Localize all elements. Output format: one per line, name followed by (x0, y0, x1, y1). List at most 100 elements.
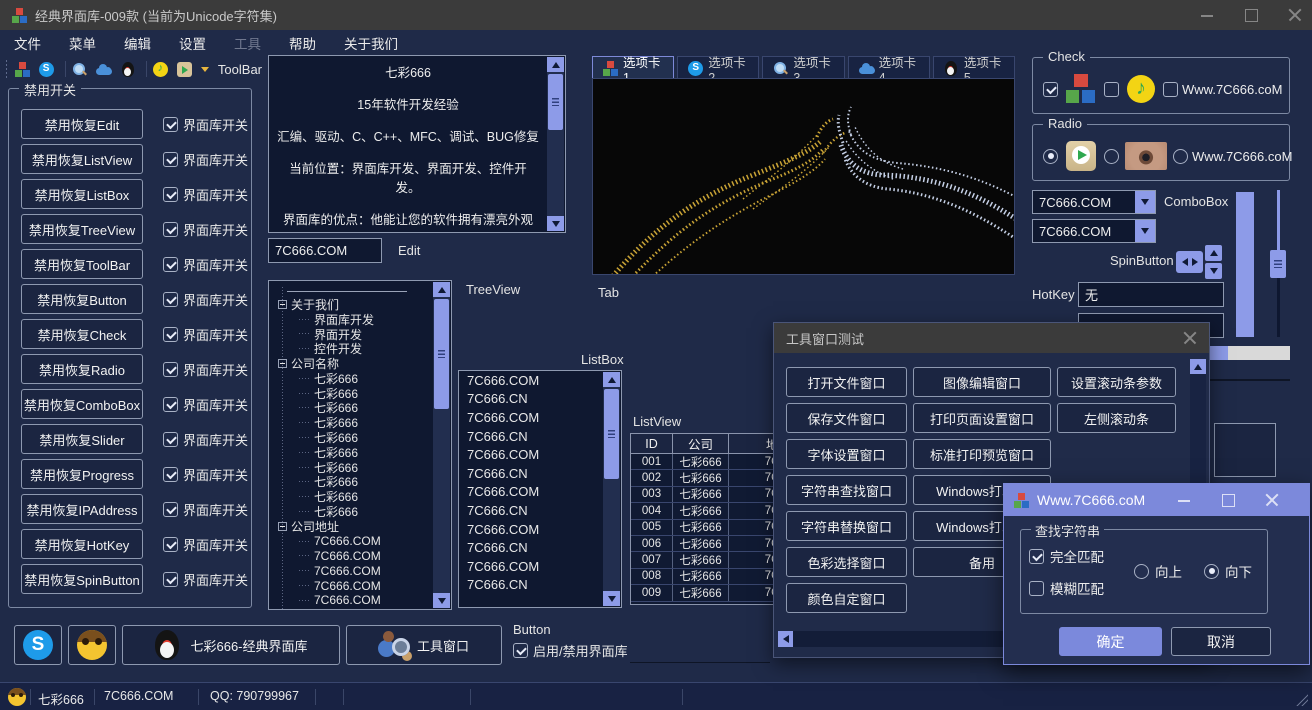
check-2[interactable] (1104, 82, 1119, 97)
disable-restore-button[interactable]: 禁用恢复HotKey (21, 529, 143, 559)
disable-restore-button[interactable]: 禁用恢复SpinButton (21, 564, 143, 594)
ui-switch-checkbox[interactable] (163, 222, 178, 237)
tab[interactable]: 选项卡2 (677, 56, 759, 79)
fuzzy-match-option[interactable]: 模糊匹配 (1029, 578, 1104, 598)
listbox-item[interactable]: 7C666.CN (459, 427, 603, 446)
listbox-item[interactable]: 7C666.COM (459, 557, 603, 576)
tree-node[interactable]: 七彩666 (275, 489, 427, 504)
tab[interactable]: 选项卡1 (592, 56, 674, 79)
combobox-1[interactable]: 7C666.COM (1032, 190, 1156, 214)
menu-item[interactable]: 菜单 (69, 33, 96, 53)
tree-node[interactable]: 控件开发 (275, 341, 427, 356)
disable-restore-button[interactable]: 禁用恢复TreeView (21, 214, 143, 244)
exact-match-checkbox[interactable] (1029, 549, 1044, 564)
scroll-up-icon[interactable] (433, 282, 450, 297)
tool-window-button[interactable]: 字符串替换窗口 (786, 511, 907, 541)
close-icon[interactable] (1183, 331, 1197, 345)
tree-node[interactable]: 七彩666 (275, 445, 427, 460)
ui-switch-checkbox[interactable] (163, 397, 178, 412)
tool-window-button[interactable]: 打开文件窗口 (786, 367, 907, 397)
chevron-down-icon[interactable] (1135, 191, 1155, 213)
disable-restore-button[interactable]: 禁用恢复ListView (21, 144, 143, 174)
spin-up-down[interactable] (1205, 245, 1222, 279)
listbox-item[interactable]: 7C666.COM (459, 371, 603, 390)
expander-icon[interactable] (278, 300, 287, 309)
ok-button[interactable]: 确定 (1059, 627, 1162, 656)
enable-ui-checkbox[interactable] (513, 643, 528, 658)
ui-switch-checkbox[interactable] (163, 292, 178, 307)
scroll-down-icon[interactable] (603, 591, 620, 606)
listbox-item[interactable]: 7C666.CN (459, 538, 603, 557)
penguin-icon[interactable] (121, 62, 135, 77)
scroll-up-icon[interactable] (1190, 359, 1206, 374)
ui-switch-checkbox[interactable] (163, 467, 178, 482)
resize-grip[interactable] (1294, 692, 1308, 706)
scroll-thumb[interactable] (434, 299, 449, 409)
tool-window-button[interactable]: 字符串查找窗口 (786, 475, 907, 505)
ui-switch-checkbox[interactable] (163, 432, 178, 447)
disable-restore-button[interactable]: 禁用恢复ToolBar (21, 249, 143, 279)
tree-node[interactable]: 七彩666 (275, 415, 427, 430)
tool-window-titlebar[interactable]: 工具窗口测试 (774, 323, 1209, 353)
spin-left-right[interactable] (1176, 251, 1203, 273)
listbox-item[interactable]: 7C666.COM (459, 445, 603, 464)
tool-window-button[interactable]: 左侧滚动条 (1057, 403, 1176, 433)
scroll-up-icon[interactable] (547, 57, 564, 72)
hotkey-input[interactable] (1078, 282, 1224, 307)
ui-switch-checkbox[interactable] (163, 537, 178, 552)
tool-window-button[interactable]: 标准打印预览窗口 (913, 439, 1051, 469)
minimize-icon[interactable] (1177, 493, 1191, 507)
cloud-icon[interactable] (96, 62, 112, 77)
enable-ui-option[interactable]: 启用/禁用界面库 (513, 641, 628, 660)
tree-node[interactable]: 关于我们 (275, 297, 427, 312)
ui-switch-checkbox[interactable] (163, 117, 178, 132)
tree-node[interactable]: 公司名称 (275, 356, 427, 371)
tool-window-button[interactable]: 工具窗口 (346, 625, 502, 665)
tool-window-button[interactable]: 图像编辑窗口 (913, 367, 1051, 397)
tree-node[interactable]: 七彩666 (275, 460, 427, 475)
listbox-item[interactable]: 7C666.COM (459, 483, 603, 502)
spin-up-icon[interactable] (1205, 245, 1222, 261)
video-icon[interactable] (177, 62, 192, 77)
dropdown-arrow-icon[interactable] (201, 67, 209, 72)
treeview[interactable]: 关于我们 界面库开发 界面开发 控件开发 (268, 280, 452, 610)
direction-up-option[interactable]: 向上 (1134, 561, 1182, 581)
ui-switch-checkbox[interactable] (163, 327, 178, 342)
info-scrollbar[interactable] (547, 57, 564, 231)
music-icon[interactable] (153, 62, 168, 77)
listbox-item[interactable]: 7C666.CN (459, 390, 603, 409)
ui-switch-checkbox[interactable] (163, 152, 178, 167)
ui-switch-checkbox[interactable] (163, 502, 178, 517)
cubes-icon[interactable] (15, 62, 30, 77)
tool-window-button[interactable]: 保存文件窗口 (786, 403, 907, 433)
tool-window-button[interactable]: 色彩选择窗口 (786, 547, 907, 577)
disable-restore-button[interactable]: 禁用恢复Edit (21, 109, 143, 139)
menu-item[interactable]: 设置 (179, 33, 206, 53)
disable-restore-button[interactable]: 禁用恢复IPAddress (21, 494, 143, 524)
expander-icon[interactable] (278, 522, 287, 531)
tree-node[interactable]: 7C666.COM (275, 549, 427, 564)
owl-button[interactable] (68, 625, 116, 665)
tree-node[interactable]: 七彩666 (275, 475, 427, 490)
expander-icon[interactable] (278, 359, 287, 368)
tool-window-button[interactable]: 颜色自定窗口 (786, 583, 907, 613)
slider-thumb[interactable] (1270, 250, 1286, 278)
scroll-thumb[interactable] (604, 389, 619, 479)
tab[interactable]: 选项卡4 (848, 56, 930, 79)
magnifier-icon[interactable] (72, 62, 87, 77)
column-header[interactable]: 公司 (673, 434, 729, 453)
combobox-2[interactable]: 7C666.COM (1032, 219, 1156, 243)
close-icon[interactable] (1288, 8, 1302, 22)
tree-node[interactable]: 7C666.COM (275, 593, 427, 608)
scroll-down-icon[interactable] (433, 593, 450, 608)
fuzzy-match-checkbox[interactable] (1029, 581, 1044, 596)
check-1[interactable] (1043, 82, 1058, 97)
listbox-item[interactable]: 7C666.CN (459, 501, 603, 520)
chevron-down-icon[interactable] (1135, 220, 1155, 242)
tree-node[interactable]: 公司地址 (275, 519, 427, 534)
direction-down-option[interactable]: 向下 (1204, 561, 1252, 581)
tree-node[interactable]: 七彩666 (275, 386, 427, 401)
radio-3[interactable] (1173, 149, 1188, 164)
listbox-item[interactable]: 7C666.COM (459, 408, 603, 427)
listbox[interactable]: 7C666.COM7C666.CN7C666.COM7C666.CN7C666.… (458, 370, 622, 608)
